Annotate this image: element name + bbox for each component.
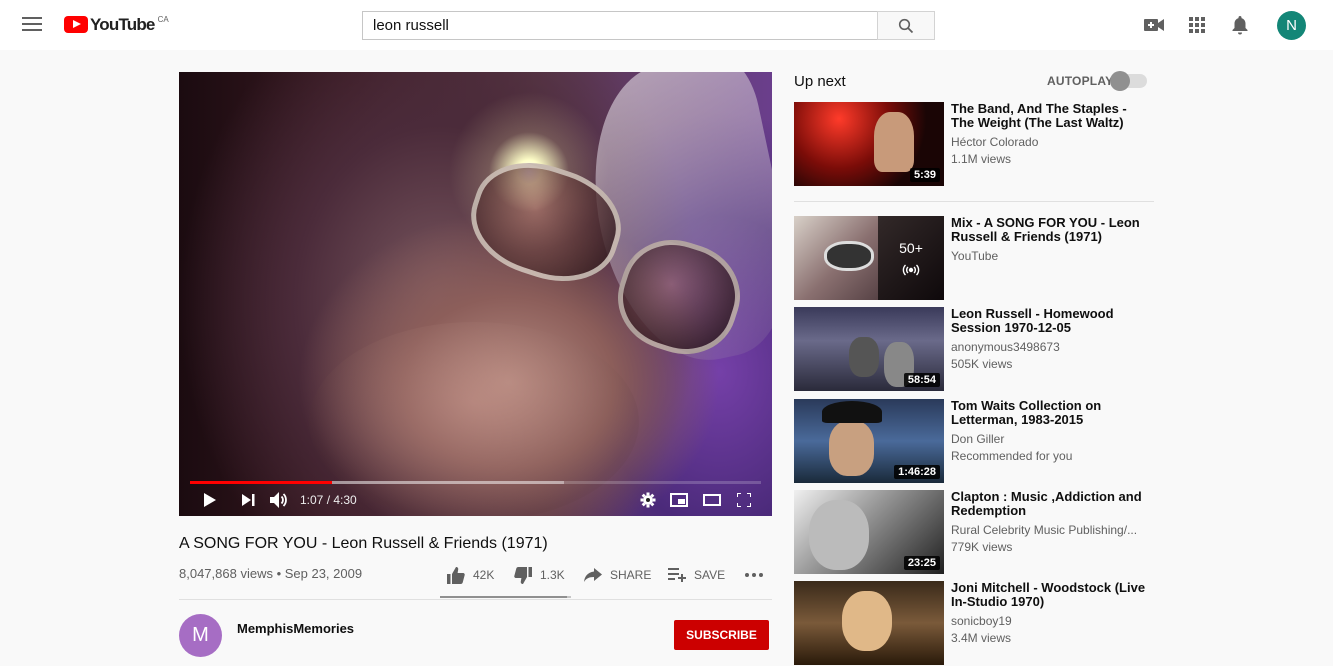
share-button[interactable]: SHARE xyxy=(584,565,651,585)
recommendation-item[interactable]: 58:54 Leon Russell - Homewood Session 19… xyxy=(794,307,1154,392)
settings-gear-icon[interactable] xyxy=(638,486,658,514)
share-label: SHARE xyxy=(610,568,652,582)
youtube-play-icon xyxy=(64,16,88,33)
autoplay-toggle[interactable] xyxy=(1110,71,1147,91)
recommendation-title[interactable]: Leon Russell - Homewood Session 1970-12-… xyxy=(951,307,1151,335)
like-count: 42K xyxy=(473,568,495,582)
fullscreen-icon[interactable] xyxy=(733,486,755,514)
recommendation-views: 1.1M views xyxy=(951,152,1012,166)
video-thumbnail[interactable]: 50+ xyxy=(794,216,944,300)
search-button[interactable] xyxy=(877,11,935,40)
recommendation-title[interactable]: The Band, And The Staples - The Weight (… xyxy=(951,102,1151,130)
toggle-knob xyxy=(1110,71,1130,91)
youtube-logo[interactable]: YouTube CA xyxy=(64,14,169,36)
sentiment-bar xyxy=(440,596,571,598)
recommendation-title[interactable]: Mix - A SONG FOR YOU - Leon Russell & Fr… xyxy=(951,216,1151,244)
recommendation-item[interactable]: 23:25 Clapton : Music ,Addiction and Red… xyxy=(794,490,1154,575)
thumbnail-detail xyxy=(809,500,869,570)
sentiment-bar-fill xyxy=(440,596,568,598)
region-label: CA xyxy=(157,15,169,24)
thumbs-down-icon xyxy=(514,566,532,584)
save-button[interactable]: SAVE xyxy=(668,565,725,585)
video-thumbnail[interactable]: 23:25 xyxy=(794,490,944,574)
video-thumbnail[interactable]: 1:46:28 xyxy=(794,399,944,483)
video-frame xyxy=(179,72,772,516)
recommendation-channel: Héctor Colorado xyxy=(951,135,1039,149)
duration-badge: 1:46:28 xyxy=(894,465,940,479)
recommendation-item[interactable]: Joni Mitchell - Woodstock (Live In-Studi… xyxy=(794,581,1154,666)
thumbnail-detail xyxy=(829,421,874,476)
duration-badge: 23:25 xyxy=(903,556,940,570)
next-icon[interactable] xyxy=(237,486,259,514)
video-title: A SONG FOR YOU - Leon Russell & Friends … xyxy=(179,535,548,552)
radio-broadcast-icon xyxy=(902,264,920,276)
recommendation-views: 505K views xyxy=(951,357,1013,371)
recommendation-views: 779K views xyxy=(951,540,1013,554)
dislike-button[interactable]: 1.3K xyxy=(514,565,565,585)
share-arrow-icon xyxy=(584,568,602,582)
recommendation-views: Recommended for you xyxy=(951,449,1073,463)
channel-name[interactable]: MemphisMemories xyxy=(237,621,354,636)
user-avatar[interactable]: N xyxy=(1277,11,1306,40)
recommendation-channel: YouTube xyxy=(951,249,999,263)
save-label: SAVE xyxy=(694,568,726,582)
thumbnail-detail xyxy=(822,401,882,423)
divider xyxy=(794,201,1154,202)
thumbnail-detail xyxy=(874,112,914,172)
masthead: YouTube CA leon russell N xyxy=(0,0,1333,50)
recommendation-channel: Don Giller xyxy=(951,432,1005,446)
video-thumbnail[interactable]: 5:39 xyxy=(794,102,944,186)
subscribe-button[interactable]: SUBSCRIBE xyxy=(674,620,769,650)
progress-bar[interactable] xyxy=(190,481,761,484)
dislike-count: 1.3K xyxy=(540,568,565,582)
notifications-bell-icon[interactable] xyxy=(1229,14,1251,36)
search-icon xyxy=(898,18,914,33)
play-icon[interactable] xyxy=(199,486,221,514)
miniplayer-icon[interactable] xyxy=(668,486,690,514)
volume-icon[interactable] xyxy=(268,486,290,514)
up-next-heading: Up next xyxy=(794,73,846,90)
recommendation-channel: anonymous3498673 xyxy=(951,340,1060,354)
apps-grid-icon[interactable] xyxy=(1186,14,1208,36)
recommendation-channel: sonicboy19 xyxy=(951,614,1012,628)
video-thumbnail[interactable]: 58:54 xyxy=(794,307,944,391)
mix-overlay: 50+ xyxy=(878,216,944,300)
mix-count: 50+ xyxy=(899,240,923,256)
video-thumbnail[interactable] xyxy=(794,581,944,665)
more-actions-icon[interactable] xyxy=(745,565,771,585)
logo-text: YouTube xyxy=(90,15,155,34)
recommendation-item[interactable]: 50+ Mix - A SONG FOR YOU - Leon Russell … xyxy=(794,216,1154,301)
autoplay-label: AUTOPLAY xyxy=(1047,74,1114,88)
recommendation-views: 3.4M views xyxy=(951,631,1012,645)
progress-fill xyxy=(190,481,332,484)
recommendation-title[interactable]: Clapton : Music ,Addiction and Redemptio… xyxy=(951,490,1151,518)
recommendation-item[interactable]: 5:39 The Band, And The Staples - The Wei… xyxy=(794,102,1154,187)
view-count-date: 8,047,868 views • Sep 23, 2009 xyxy=(179,566,363,581)
recommendation-item[interactable]: 1:46:28 Tom Waits Collection on Letterma… xyxy=(794,399,1154,484)
duration-badge: 58:54 xyxy=(903,373,940,387)
thumbnail-detail xyxy=(842,591,892,651)
duration-badge: 5:39 xyxy=(909,168,940,182)
recommendation-title[interactable]: Tom Waits Collection on Letterman, 1983-… xyxy=(951,399,1151,427)
create-video-icon[interactable] xyxy=(1143,14,1165,36)
channel-avatar[interactable]: M xyxy=(179,614,222,657)
search-input[interactable]: leon russell xyxy=(362,11,878,40)
divider xyxy=(179,599,772,600)
thumbnail-detail xyxy=(824,241,874,271)
thumbnail-detail xyxy=(849,337,879,377)
time-readout: 1:07 / 4:30 xyxy=(300,493,357,507)
like-button[interactable]: 42K xyxy=(447,565,494,585)
video-player[interactable]: 1:07 / 4:30 xyxy=(179,72,772,516)
recommendation-channel: Rural Celebrity Music Publishing/... xyxy=(951,523,1138,537)
hamburger-menu-icon[interactable] xyxy=(20,14,44,36)
playlist-add-icon xyxy=(668,568,686,582)
recommendation-title[interactable]: Joni Mitchell - Woodstock (Live In-Studi… xyxy=(951,581,1151,609)
theater-mode-icon[interactable] xyxy=(701,486,723,514)
thumbs-up-icon xyxy=(447,566,465,584)
player-controls: 1:07 / 4:30 xyxy=(179,486,772,516)
